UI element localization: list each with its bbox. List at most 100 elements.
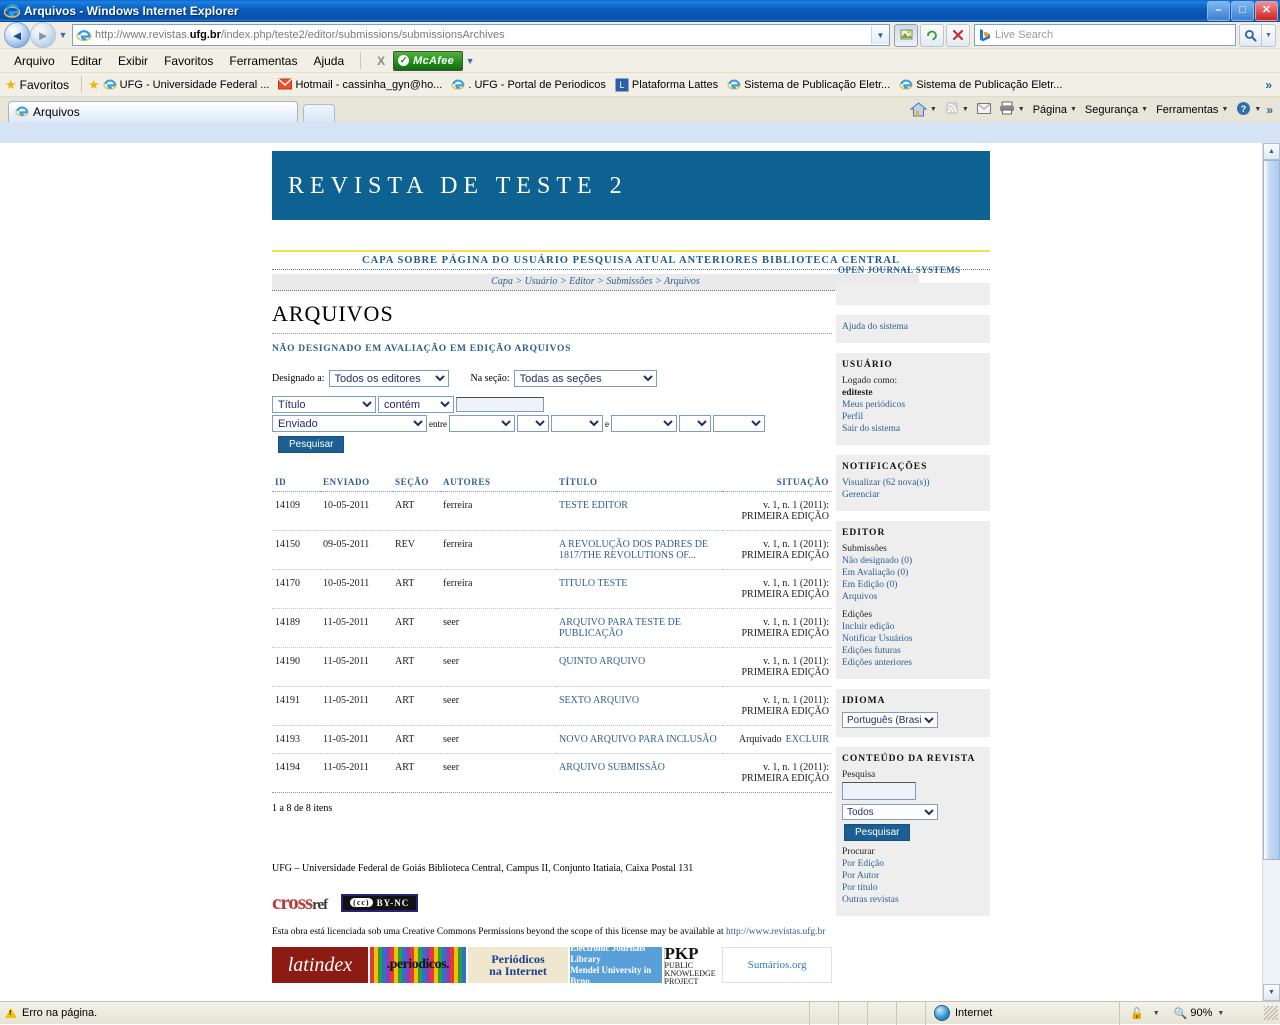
cell-titulo-link[interactable]: TESTE EDITOR: [556, 491, 722, 531]
browse-link-por-autor[interactable]: Por Autor: [842, 871, 984, 881]
mcafee-close-button[interactable]: X: [369, 54, 393, 68]
favorite-link-ufg[interactable]: UFG - Universidade Federal ...: [103, 78, 269, 92]
badge-electronic-journals-library[interactable]: Electronic Journals Library Mendel Unive…: [570, 943, 662, 986]
chevron-down-icon[interactable]: ▼: [1254, 106, 1261, 113]
chevron-down-icon[interactable]: ▼: [1153, 1010, 1160, 1017]
menu-arquivo[interactable]: Arquivo: [6, 52, 63, 70]
add-to-favorites-icon[interactable]: ★: [88, 77, 100, 93]
address-dropdown-icon[interactable]: ▼: [871, 26, 889, 44]
chevron-down-icon[interactable]: ▼: [1141, 106, 1148, 113]
journal-search-input[interactable]: [842, 782, 916, 800]
column-header-titulo[interactable]: TÍTULO: [556, 475, 722, 492]
print-button[interactable]: ▼: [996, 101, 1028, 118]
search-field-select[interactable]: Título: [272, 396, 376, 413]
notifications-link-gerenciar[interactable]: Gerenciar: [842, 490, 984, 500]
help-link[interactable]: Ajuda do sistema: [842, 322, 984, 332]
badge-pkp[interactable]: PKP PUBLIC KNOWLEDGE PROJECT: [663, 945, 721, 985]
favorites-star-icon[interactable]: ★: [5, 77, 17, 93]
notifications-link-visualizar[interactable]: Visualizar (62 nova(s)): [842, 478, 984, 488]
favorites-label[interactable]: Favoritos: [20, 78, 69, 92]
submission-subnav[interactable]: NÃO DESIGNADO EM AVALIAÇÃO EM EDIÇÃO ARQ…: [272, 344, 832, 354]
forward-button[interactable]: ►: [30, 22, 56, 48]
cell-titulo-link[interactable]: QUINTO ARQUIVO: [556, 647, 722, 687]
compatibility-view-button[interactable]: [894, 23, 918, 47]
page-scrollbar[interactable]: ▲ ▼: [1262, 143, 1280, 1001]
chevron-down-icon[interactable]: ▼: [1221, 106, 1228, 113]
editor-link-nao-designado[interactable]: Não designado (0): [842, 556, 984, 566]
chevron-down-icon[interactable]: ▼: [930, 106, 937, 113]
security-zone-indicator[interactable]: Internet: [925, 1001, 1119, 1025]
column-header-autores[interactable]: AUTORES: [440, 475, 556, 492]
tools-menu-button[interactable]: Ferramentas ▼: [1153, 104, 1231, 116]
editor-link-em-edicao[interactable]: Em Edição (0): [842, 580, 984, 590]
cell-titulo-link[interactable]: A REVOLUÇÃO DOS PADRES DE 1817/THE REVOL…: [556, 530, 722, 570]
creative-commons-badge[interactable]: (cc) BY-NC: [341, 893, 419, 912]
favorite-link-sistema-1[interactable]: Sistema de Publicação Eletr...: [727, 78, 890, 92]
search-operator-select[interactable]: contém: [378, 396, 454, 413]
browse-link-por-edicao[interactable]: Por Edição: [842, 859, 984, 869]
security-menu-button[interactable]: Segurança ▼: [1082, 104, 1151, 116]
user-link-perfil[interactable]: Perfil: [842, 412, 984, 422]
cell-titulo-link[interactable]: ARQUIVO PARA TESTE DE PUBLICAÇÃO: [556, 608, 722, 648]
stop-button[interactable]: [946, 23, 970, 47]
journal-search-scope-select[interactable]: Todos: [842, 804, 938, 820]
assigned-to-select[interactable]: Todos os editores: [328, 370, 449, 387]
browse-link-outras-revistas[interactable]: Outras revistas: [842, 895, 984, 905]
badge-latindex[interactable]: latindex: [272, 947, 368, 983]
new-tab-button[interactable]: [303, 104, 335, 122]
tab-arquivos[interactable]: Arquivos: [8, 101, 298, 122]
column-header-situacao[interactable]: SITUAÇÃO: [722, 475, 832, 492]
page-menu-button[interactable]: Página ▼: [1030, 104, 1080, 116]
editor-link-edicoes-anteriores[interactable]: Edições anteriores: [842, 658, 984, 668]
scroll-down-button[interactable]: ▼: [1263, 984, 1280, 1001]
address-bar-url[interactable]: http://www.revistas.ufg.br/index.php/tes…: [95, 29, 871, 41]
mcafee-toolbar-button[interactable]: ✓ McAfee: [393, 50, 464, 71]
section-select[interactable]: Todas as seções: [513, 370, 657, 387]
chevron-down-icon[interactable]: ▼: [962, 106, 969, 113]
browse-link-por-titulo[interactable]: Por título: [842, 883, 984, 893]
cell-titulo-link[interactable]: TITULO TESTE: [556, 569, 722, 609]
menu-editar[interactable]: Editar: [63, 52, 110, 70]
user-link-sair[interactable]: Sair do sistema: [842, 424, 984, 434]
minimize-button[interactable]: –: [1207, 0, 1230, 21]
scroll-up-button[interactable]: ▲: [1263, 143, 1280, 160]
search-box[interactable]: Live Search: [974, 24, 1236, 46]
favorite-link-sistema-2[interactable]: Sistema de Publicação Eletr...: [899, 78, 1062, 92]
language-select[interactable]: Português (Brasil): [842, 712, 938, 728]
from-day-select[interactable]: [517, 415, 549, 432]
search-input-placeholder[interactable]: Live Search: [995, 29, 1053, 41]
column-header-secao[interactable]: SEÇÃO: [392, 475, 440, 492]
menu-ferramentas[interactable]: Ferramentas: [221, 52, 305, 70]
to-month-select[interactable]: [611, 415, 677, 432]
feeds-button[interactable]: ▼: [942, 101, 972, 118]
editor-link-arquivos[interactable]: Arquivos: [842, 592, 984, 602]
search-text-input[interactable]: [456, 397, 544, 412]
delete-link[interactable]: EXCLUIR: [786, 734, 829, 745]
user-link-meus-periodicos[interactable]: Meus periódicos: [842, 400, 984, 410]
address-bar[interactable]: http://www.revistas.ufg.br/index.php/tes…: [72, 24, 890, 46]
read-mail-button[interactable]: [974, 102, 994, 117]
cell-titulo-link[interactable]: ARQUIVO SUBMISSÃO: [556, 753, 722, 793]
editor-link-edicoes-futuras[interactable]: Edições futuras: [842, 646, 984, 656]
menu-ajuda[interactable]: Ajuda: [305, 52, 352, 70]
favorite-link-hotmail[interactable]: Hotmail - cassinha_gyn@ho...: [278, 77, 442, 92]
scrollbar-track[interactable]: [1263, 160, 1280, 984]
scrollbar-thumb[interactable]: [1263, 160, 1280, 860]
page-error-indicator[interactable]: Erro na página.: [0, 1007, 809, 1019]
mcafee-dropdown-icon[interactable]: ▼: [463, 56, 477, 66]
chevron-down-icon[interactable]: ▼: [1217, 1010, 1224, 1017]
badge-sumarios[interactable]: Sumários.org: [722, 947, 832, 983]
resize-grip[interactable]: [1264, 1006, 1278, 1020]
badge-periodicos[interactable]: .periodicos.: [369, 947, 466, 983]
cell-titulo-link[interactable]: SEXTO ARQUIVO: [556, 686, 722, 726]
close-button[interactable]: ✕: [1255, 0, 1278, 21]
search-provider-dropdown-icon[interactable]: ▼: [1262, 23, 1276, 47]
refresh-button[interactable]: [920, 23, 944, 47]
menu-exibir[interactable]: Exibir: [110, 52, 156, 70]
menu-favoritos[interactable]: Favoritos: [156, 52, 221, 70]
maximize-button[interactable]: □: [1231, 0, 1254, 21]
favorite-link-ufg-portal[interactable]: . UFG - Portal de Periodicos: [451, 78, 606, 92]
editor-link-incluir-edicao[interactable]: Incluir edição: [842, 622, 984, 632]
chevron-down-icon[interactable]: ▼: [1070, 106, 1077, 113]
badge-periodicos-na-internet[interactable]: Periódicos na Internet: [467, 947, 569, 983]
